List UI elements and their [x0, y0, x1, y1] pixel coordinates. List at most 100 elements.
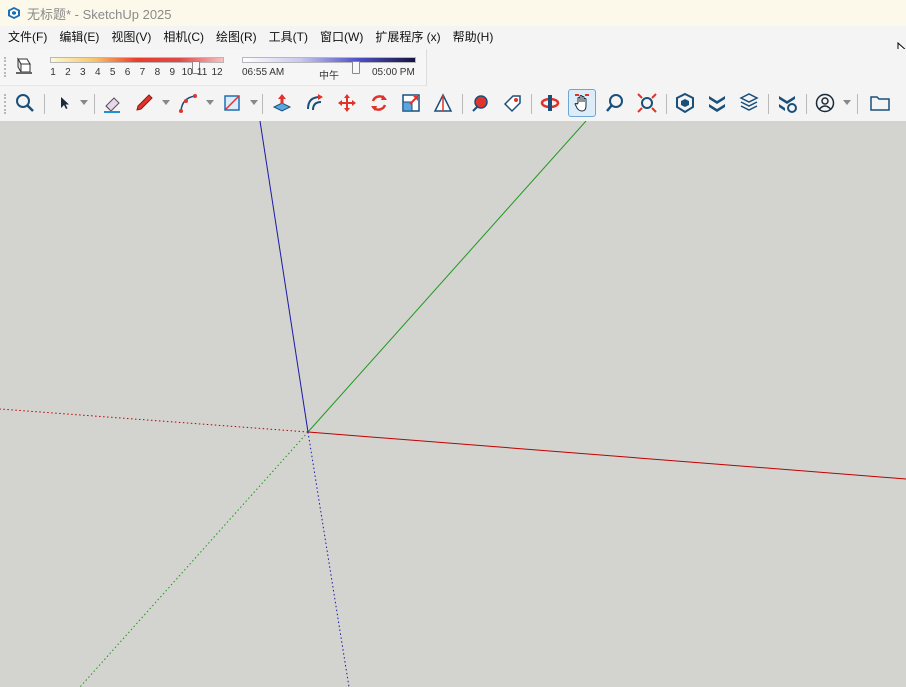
menu-edit[interactable]: 编辑(E) [53, 26, 105, 49]
pan-tool-icon [574, 94, 589, 112]
push-pull-tool-button[interactable] [268, 89, 296, 117]
model-viewport[interactable] [0, 121, 906, 687]
toolbar-grip[interactable] [4, 57, 9, 77]
orbit-tool-button[interactable] [536, 89, 564, 117]
menu-bar: 文件(F) 编辑(E) 视图(V) 相机(C) 绘图(R) 工具(T) 窗口(W… [0, 26, 906, 49]
eraser-tool-icon [104, 97, 120, 113]
search-tool-button[interactable] [11, 89, 39, 117]
select-tool-button[interactable] [50, 89, 78, 117]
shadows-toggle-icon[interactable] [14, 57, 34, 75]
window-title: 无标题* - SketchUp 2025 [27, 6, 172, 22]
rectangle-dropdown-icon[interactable] [250, 100, 258, 106]
search-tool-icon [16, 94, 34, 112]
select-dropdown-icon[interactable] [80, 100, 88, 106]
month-tick-label: 5 [109, 67, 116, 78]
menu-camera[interactable]: 相机(C) [157, 26, 210, 49]
blue-axis-positive [259, 121, 309, 433]
zoom-tool-button[interactable] [601, 89, 629, 117]
month-tick-label: 7 [139, 67, 146, 78]
line-tool-button[interactable] [130, 89, 158, 117]
red-axis-negative [0, 408, 309, 433]
green-axis-negative [79, 431, 309, 687]
extension-warehouse-button[interactable] [703, 89, 731, 117]
menu-extensions[interactable]: 扩展程序 (x) [369, 26, 446, 49]
account-button[interactable] [811, 89, 839, 117]
offset-tool-icon [307, 94, 323, 111]
push-pull-tool-icon [272, 94, 292, 112]
toolbar-separator [857, 94, 858, 114]
zoom-extents-tool-button[interactable] [633, 89, 661, 117]
month-slider[interactable] [50, 57, 224, 74]
line-tool-icon [136, 94, 153, 111]
month-tick-label: 8 [154, 67, 161, 78]
paint-bucket-tool-icon [472, 95, 488, 112]
zoom-extents-tool-icon [637, 93, 657, 113]
toolbar-separator [94, 94, 95, 114]
select-tool-icon [61, 97, 69, 109]
eraser-tool-button[interactable] [98, 89, 126, 117]
toolbar-separator [262, 94, 263, 114]
title-bar: 无标题* - SketchUp 2025 [0, 0, 906, 26]
month-tick-label: 10 [181, 67, 193, 78]
tag-tool-button[interactable] [498, 89, 526, 117]
menu-tools[interactable]: 工具(T) [263, 26, 314, 49]
toolbar-separator [666, 94, 667, 114]
arc-dropdown-icon[interactable] [206, 100, 214, 106]
menu-file[interactable]: 文件(F) [0, 26, 53, 49]
move-tool-button[interactable] [333, 89, 361, 117]
line-dropdown-icon[interactable] [162, 100, 170, 106]
rectangle-tool-button[interactable] [218, 89, 246, 117]
extension-manager-button[interactable] [773, 89, 801, 117]
paint-bucket-tool-button[interactable] [467, 89, 495, 117]
month-tick-label: 11 [196, 67, 208, 78]
time-end-label: 05:00 PM [372, 67, 415, 78]
scale-tool-icon [402, 94, 420, 112]
menu-view[interactable]: 视图(V) [105, 26, 157, 49]
open-folder-button[interactable] [866, 89, 894, 117]
3d-warehouse-icon [676, 92, 694, 114]
shadows-panel: 1 2 3 4 5 6 7 8 9 10 11 12 06:55 AM 中午 05:00 PM [0, 49, 427, 86]
month-tick-label: 6 [124, 67, 131, 78]
menu-draw[interactable]: 绘图(R) [210, 26, 263, 49]
month-tick-label: 1 [50, 67, 56, 78]
main-toolbar [0, 86, 906, 122]
layout-send-button[interactable] [735, 89, 763, 117]
extension-manager-icon [779, 96, 797, 113]
arc-tool-button[interactable] [174, 89, 202, 117]
move-tool-icon [338, 94, 356, 112]
arc-tool-icon [179, 94, 197, 113]
extension-warehouse-icon [709, 96, 725, 112]
toolbar-grip[interactable] [4, 94, 9, 114]
tape-measure-tool-button[interactable] [429, 89, 457, 117]
layout-send-icon [739, 93, 759, 111]
menu-window[interactable]: 窗口(W) [314, 26, 369, 49]
month-tick-label: 4 [94, 67, 101, 78]
pan-tool-button[interactable] [568, 89, 596, 117]
scale-tool-button[interactable] [397, 89, 425, 117]
blue-axis-negative [307, 431, 350, 687]
time-start-label: 06:55 AM [242, 67, 285, 78]
month-ticks: 1 2 3 4 5 6 7 8 9 10 11 12 [50, 67, 225, 79]
open-folder-icon [870, 96, 890, 111]
offset-tool-button[interactable] [301, 89, 329, 117]
red-axis-positive [307, 431, 906, 480]
orbit-tool-icon [540, 95, 560, 111]
menu-help[interactable]: 帮助(H) [447, 26, 500, 49]
rectangle-tool-icon [224, 95, 240, 111]
rotate-tool-button[interactable] [365, 89, 393, 117]
account-dropdown-icon[interactable] [843, 100, 851, 106]
time-slider-thumb[interactable] [351, 61, 360, 74]
time-slider[interactable] [242, 57, 416, 74]
3d-warehouse-button[interactable] [671, 89, 699, 117]
toolbar-separator [44, 94, 45, 114]
toolbar-separator [806, 94, 807, 114]
tape-measure-tool-icon [433, 93, 453, 112]
shadows-toolbar: 1 2 3 4 5 6 7 8 9 10 11 12 06:55 AM 中午 05:00 PM [0, 49, 906, 86]
month-tick-label: 3 [80, 67, 86, 78]
sketchup-logo-icon [8, 7, 20, 19]
axes-canvas [0, 121, 906, 687]
tag-tool-icon [503, 95, 521, 113]
zoom-tool-icon [606, 94, 623, 112]
green-axis-positive [307, 121, 587, 433]
toolbar-separator [531, 94, 532, 114]
